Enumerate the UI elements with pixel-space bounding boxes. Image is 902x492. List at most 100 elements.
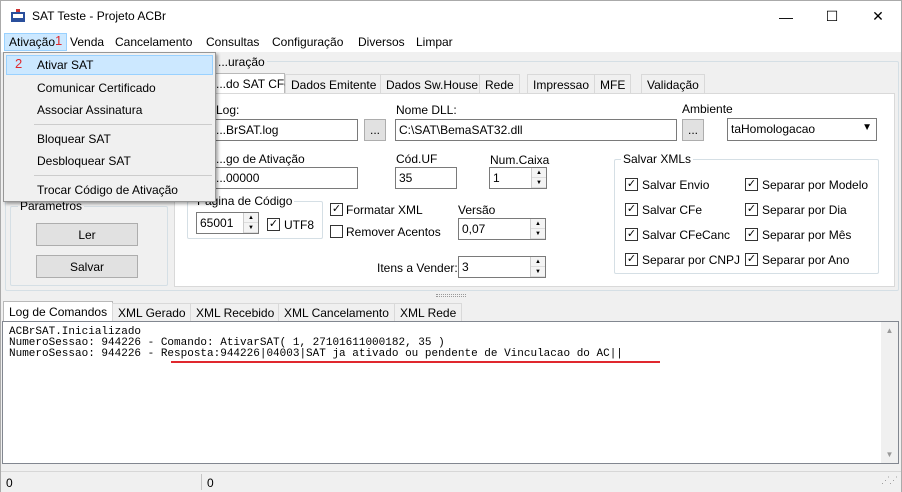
separar-cnpj-label: Separar por CNPJ (642, 253, 741, 267)
browse-log-button[interactable]: ... (364, 119, 386, 141)
browse-dll-button[interactable]: ... (682, 119, 704, 141)
tab-xml-recebido[interactable]: XML Recebido (190, 303, 281, 321)
menu-consultas[interactable]: Consultas (206, 35, 259, 49)
separar-dia-checkbox[interactable]: ✓ (745, 203, 758, 216)
menu-diversos[interactable]: Diversos (358, 35, 405, 49)
ler-button[interactable]: Ler (36, 223, 138, 246)
tab-impressao[interactable]: Impressao (527, 74, 596, 94)
app-icon (11, 9, 25, 22)
menu-limpar[interactable]: Limpar (416, 35, 453, 49)
ambiente-value: taHomologacao (731, 122, 816, 136)
annotation-step-1: 1 (55, 33, 63, 48)
status-right: 0 (207, 476, 214, 490)
annotation-step-2: 2 (15, 56, 23, 71)
uf-label: Cód.UF (396, 152, 438, 166)
itens-spinbox[interactable]: 3 ▲ ▼ (458, 256, 546, 278)
ambiente-label: Ambiente (682, 102, 733, 116)
log-textarea[interactable]: ACBrSAT.Inicializado NumeroSessao: 94422… (2, 321, 899, 464)
tab-xml-cancelamento[interactable]: XML Cancelamento (278, 303, 395, 321)
pagina-spinner[interactable]: ▲ ▼ (243, 213, 258, 233)
salvar-cfecanc-label: Salvar CFeCanc (642, 228, 731, 242)
minimize-button[interactable]: — (763, 1, 809, 32)
log-label: Log: (216, 103, 240, 117)
menu-item-desbloquear-sat[interactable]: Desbloquear SAT (37, 154, 131, 168)
caixa-spinner[interactable]: ▲ ▼ (531, 168, 546, 188)
close-button[interactable]: ✕ (855, 1, 901, 32)
ativacao-label: ...go de Ativação (216, 152, 305, 166)
separar-cnpj-checkbox[interactable]: ✓ (625, 253, 638, 266)
menu-item-ativar-sat[interactable]: Ativar SAT (37, 58, 93, 72)
salvar-cfe-label: Salvar CFe (642, 203, 703, 217)
pagina-value: 65001 (200, 216, 234, 230)
salvar-cfe-checkbox[interactable]: ✓ (625, 203, 638, 216)
ativacao-input[interactable]: ...00000 (212, 167, 358, 189)
versao-spinner[interactable]: ▲ ▼ (530, 219, 545, 239)
versao-spinbox[interactable]: 0,07 ▲ ▼ (458, 218, 546, 240)
log-line: NumeroSessao: 944226 - Resposta:944226|0… (9, 348, 623, 360)
separar-ano-checkbox[interactable]: ✓ (745, 253, 758, 266)
status-bar: 0 0 ⋰⋰ (1, 471, 901, 492)
tab-mfe[interactable]: MFE (594, 74, 632, 94)
splitter-handle[interactable] (436, 294, 466, 297)
log-scrollbar[interactable]: ▲ ▼ (881, 322, 898, 463)
menu-ativacao[interactable]: Ativação (9, 35, 55, 49)
versao-label: Versão (458, 203, 496, 217)
versao-value: 0,07 (462, 222, 486, 236)
menu-separator (34, 124, 212, 125)
pagina-spinbox[interactable]: 65001 ▲ ▼ (196, 212, 259, 234)
dll-input[interactable]: C:\SAT\BemaSAT32.dll (395, 119, 677, 141)
menu-venda[interactable]: Venda (70, 35, 104, 49)
chevron-down-icon: ▼ (862, 122, 872, 133)
tab-dados-emitente[interactable]: Dados Emitente (285, 74, 383, 94)
salvar-envio-checkbox[interactable]: ✓ (625, 178, 638, 191)
itens-label: Itens a Vender: (377, 261, 458, 275)
menu-separator (34, 175, 212, 176)
formatar-xml-label: Formatar XML (346, 203, 423, 217)
menu-bar: Ativação 1 Venda Cancelamento Consultas … (1, 32, 901, 52)
salvar-xmls-label: Salvar XMLs (621, 152, 694, 166)
remover-acentos-checkbox[interactable] (330, 225, 343, 238)
utf8-checkbox[interactable]: ✓ (267, 218, 280, 231)
menu-configuracao[interactable]: Configuração (272, 35, 343, 49)
tab-dados-swhouse[interactable]: Dados Sw.House (380, 74, 485, 94)
salvar-cfecanc-checkbox[interactable]: ✓ (625, 228, 638, 241)
window-title: SAT Teste - Projeto ACBr (32, 9, 167, 23)
annotation-underline (171, 361, 660, 363)
caixa-value: 1 (493, 171, 500, 185)
tab-xml-rede[interactable]: XML Rede (394, 303, 463, 321)
utf8-label: UTF8 (284, 218, 314, 232)
ambiente-select[interactable]: taHomologacao ▼ (727, 118, 877, 141)
uf-input[interactable]: 35 (395, 167, 457, 189)
tab-log-comandos[interactable]: Log de Comandos (3, 301, 114, 322)
resize-grip-icon[interactable]: ⋰⋰ (881, 475, 898, 486)
maximize-button[interactable]: ☐ (809, 1, 855, 32)
itens-value: 3 (462, 260, 469, 274)
menu-item-comunicar-certificado[interactable]: Comunicar Certificado (37, 81, 156, 95)
tab-rede[interactable]: Rede (479, 74, 520, 94)
formatar-xml-checkbox[interactable]: ✓ (330, 203, 343, 216)
itens-spinner[interactable]: ▲ ▼ (530, 257, 545, 277)
ativacao-dropdown-menu: 2 Ativar SAT Comunicar Certificado Assoc… (3, 52, 216, 202)
menu-item-trocar-codigo[interactable]: Trocar Código de Ativação (37, 183, 178, 197)
menu-cancelamento[interactable]: Cancelamento (115, 35, 192, 49)
separar-mes-checkbox[interactable]: ✓ (745, 228, 758, 241)
separar-modelo-label: Separar por Modelo (762, 178, 869, 192)
tab-dados-sat[interactable]: ...do SAT CFe (210, 73, 291, 93)
status-divider (201, 474, 202, 490)
remover-acentos-label: Remover Acentos (346, 225, 441, 239)
tab-xml-gerado[interactable]: XML Gerado (112, 303, 192, 321)
separar-dia-label: Separar por Dia (762, 203, 847, 217)
status-left: 0 (6, 476, 13, 490)
tab-validacao[interactable]: Validação (641, 74, 705, 94)
caixa-label: Num.Caixa (490, 153, 550, 167)
menu-item-bloquear-sat[interactable]: Bloquear SAT (37, 132, 111, 146)
menu-item-associar-assinatura[interactable]: Associar Assinatura (37, 103, 142, 117)
config-group-label: ...uração (216, 55, 267, 69)
log-file-input[interactable]: ...BrSAT.log (212, 119, 358, 141)
caixa-spinbox[interactable]: 1 ▲ ▼ (489, 167, 547, 189)
title-bar: SAT Teste - Projeto ACBr — ☐ ✕ (1, 1, 901, 32)
salvar-button[interactable]: Salvar (36, 255, 138, 278)
separar-modelo-checkbox[interactable]: ✓ (745, 178, 758, 191)
salvar-envio-label: Salvar Envio (642, 178, 710, 192)
dll-label: Nome DLL: (396, 103, 457, 117)
